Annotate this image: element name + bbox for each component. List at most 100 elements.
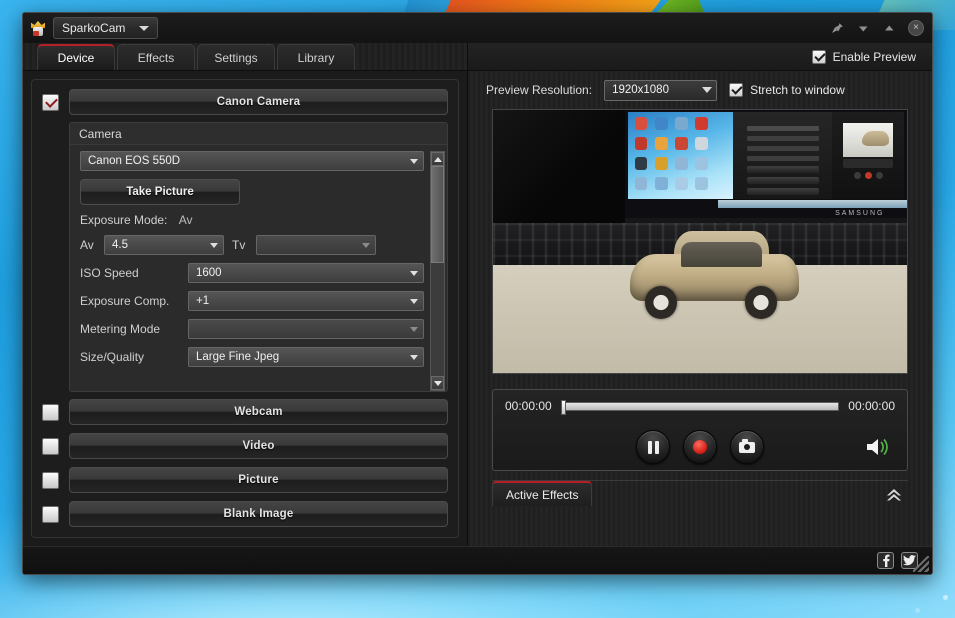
enable-preview-bar: Enable Preview [468, 43, 932, 71]
resize-grip[interactable] [913, 556, 929, 572]
iso-speed-select[interactable]: 1600 [188, 263, 424, 283]
enable-preview-label: Enable Preview [833, 50, 916, 64]
wallpaper-dot [915, 608, 920, 613]
timeline-handle[interactable] [561, 400, 566, 415]
preview-app-left-panel [733, 112, 832, 198]
source-row-video: Video [42, 433, 448, 459]
stretch-to-window-label: Stretch to window [750, 83, 845, 97]
chevron-down-icon[interactable] [856, 21, 871, 36]
webcam-button[interactable]: Webcam [69, 399, 448, 425]
exposure-comp-select[interactable]: +1 [188, 291, 424, 311]
av-label: Av [80, 238, 96, 252]
main-tabs: Device Effects Settings Library [23, 43, 467, 71]
close-glyph: × [913, 23, 919, 33]
exposure-comp-value: +1 [196, 295, 209, 307]
video-button[interactable]: Video [69, 433, 448, 459]
triangle-up-icon [434, 157, 442, 162]
exposure-mode-label: Exposure Mode: [80, 213, 167, 227]
app-title-dropdown[interactable]: SparkoCam [53, 17, 158, 39]
preview-monitor-screen [628, 112, 904, 198]
stretch-to-window-toggle[interactable]: Stretch to window [729, 83, 845, 97]
source-row-webcam: Webcam [42, 399, 448, 425]
scrollbar-thumb[interactable] [431, 166, 444, 263]
webcam-checkbox[interactable] [42, 404, 59, 421]
scroll-down-button[interactable] [431, 376, 444, 390]
title-bar[interactable]: SparkoCam × [23, 13, 932, 43]
camera-form-scrollbar[interactable] [430, 151, 445, 391]
preview-toy-car [630, 231, 800, 320]
preview-resolution-select[interactable]: 1920x1080 [604, 80, 717, 101]
preview-resolution-bar: Preview Resolution: 1920x1080 Stretch to… [468, 71, 932, 109]
tv-select[interactable] [256, 235, 376, 255]
sparkocam-window: SparkoCam × [22, 12, 933, 575]
picture-checkbox[interactable] [42, 472, 59, 489]
sparkocam-logo-icon [29, 19, 47, 37]
webcam-label: Webcam [234, 406, 282, 418]
timeline-slider[interactable] [561, 402, 840, 411]
canon-camera-checkbox[interactable] [42, 94, 59, 111]
preview-desktop-icons [635, 117, 708, 168]
double-chevron-up-icon[interactable] [884, 486, 904, 509]
tab-effects[interactable]: Effects [117, 44, 195, 70]
active-effects-label: Active Effects [506, 488, 578, 502]
pin-icon[interactable] [830, 21, 845, 36]
status-bar [23, 546, 932, 574]
metering-mode-row: Metering Mode [80, 319, 424, 339]
metering-mode-select[interactable] [188, 319, 424, 339]
enable-preview-toggle[interactable]: Enable Preview [812, 50, 916, 64]
tab-active-effects[interactable]: Active Effects [492, 481, 592, 506]
camera-model-value: Canon EOS 550D [88, 155, 180, 167]
canon-camera-label: Canon Camera [217, 96, 301, 108]
close-icon[interactable]: × [908, 20, 924, 36]
metering-mode-label: Metering Mode [80, 322, 180, 336]
blank-image-checkbox[interactable] [42, 506, 59, 523]
source-row-canon-camera: Canon Camera [42, 89, 448, 115]
camera-settings-group: Camera Canon EOS 550D Take Picture [69, 122, 448, 392]
camera-preview-image[interactable]: SAMSUNG [492, 109, 908, 374]
window-controls: × [830, 13, 924, 43]
blank-image-button[interactable]: Blank Image [69, 501, 448, 527]
take-picture-button[interactable]: Take Picture [80, 179, 240, 205]
preview-dark-monitor [493, 110, 630, 223]
size-quality-select[interactable]: Large Fine Jpeg [188, 347, 424, 367]
tab-device[interactable]: Device [37, 44, 115, 70]
chevron-down-icon [210, 243, 218, 248]
record-button[interactable] [683, 430, 717, 464]
exposure-mode-row: Exposure Mode: Av [80, 213, 424, 227]
tab-library[interactable]: Library [277, 44, 355, 70]
chevron-down-icon [410, 355, 418, 360]
picture-button[interactable]: Picture [69, 467, 448, 493]
picture-label: Picture [238, 474, 278, 486]
snapshot-button[interactable] [730, 430, 764, 464]
pause-button[interactable] [636, 430, 670, 464]
facebook-icon[interactable] [877, 552, 894, 569]
camera-model-select[interactable]: Canon EOS 550D [80, 151, 424, 171]
canon-camera-button[interactable]: Canon Camera [69, 89, 448, 115]
chevron-up-icon[interactable] [882, 21, 897, 36]
tab-effects-label: Effects [138, 51, 174, 65]
speaker-icon[interactable] [865, 436, 893, 458]
stretch-to-window-checkbox[interactable] [729, 83, 743, 97]
chevron-down-icon [410, 271, 418, 276]
av-select[interactable]: 4.5 [104, 235, 224, 255]
source-row-blank-image: Blank Image [42, 501, 448, 527]
preview-windows-desktop [628, 112, 733, 198]
video-label: Video [242, 440, 274, 452]
device-panel: Canon Camera Camera Canon EOS 550D [31, 79, 459, 538]
tab-library-label: Library [298, 51, 335, 65]
tv-label: Tv [232, 238, 248, 252]
video-checkbox[interactable] [42, 438, 59, 455]
camera-form-wrap: Canon EOS 550D Take Picture Exposure Mod… [70, 145, 447, 391]
preview-samsung-monitor: SAMSUNG [625, 110, 907, 223]
time-total: 00:00:00 [848, 399, 895, 413]
exposure-mode-value: Av [179, 213, 193, 227]
wallpaper-dot [943, 595, 948, 600]
tab-settings[interactable]: Settings [197, 44, 275, 70]
scrollbar-track[interactable] [431, 166, 444, 376]
enable-preview-checkbox[interactable] [812, 50, 826, 64]
take-picture-label: Take Picture [126, 186, 194, 198]
scroll-up-button[interactable] [431, 152, 444, 166]
preview-resolution-value: 1920x1080 [612, 84, 669, 96]
exposure-comp-row: Exposure Comp. +1 [80, 291, 424, 311]
blank-image-label: Blank Image [224, 508, 294, 520]
